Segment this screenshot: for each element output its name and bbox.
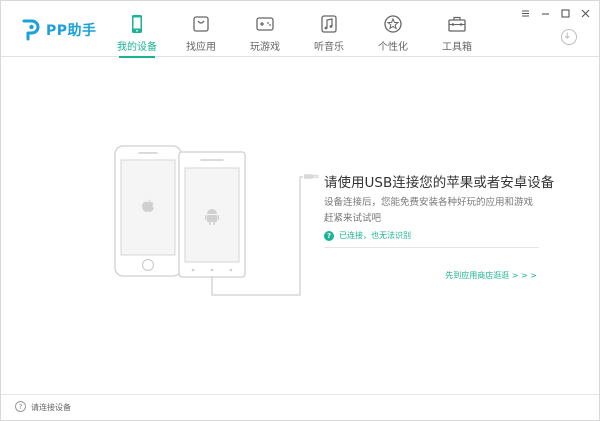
connect-usb-heading: 请使用USB连接您的苹果或者安卓设备	[324, 175, 555, 191]
device-illustration	[114, 145, 303, 296]
help-link-text: 已连接，也无法识别	[339, 231, 411, 240]
nav-find-app[interactable]: 找应用	[169, 1, 233, 57]
nav-personalize[interactable]: 个性化	[361, 1, 425, 57]
pp-logo-icon	[22, 19, 40, 41]
question-icon: ?	[324, 230, 334, 241]
app-title: PP助手	[46, 23, 97, 39]
android-phone-outline	[178, 151, 246, 278]
phone-icon	[132, 15, 142, 33]
nav-label: 我的设备	[117, 42, 157, 53]
toolbox-icon	[448, 16, 466, 32]
download-button[interactable]	[561, 29, 577, 45]
app-bag-icon	[193, 16, 209, 32]
question-circle-icon[interactable]: ?	[15, 401, 26, 412]
nav-label: 工具箱	[442, 42, 472, 53]
download-icon	[564, 32, 570, 39]
nav-label: 找应用	[186, 42, 216, 53]
window-controls	[520, 8, 591, 19]
gamepad-icon	[256, 17, 274, 31]
maximize-icon[interactable]	[560, 8, 571, 19]
nav-music[interactable]: 听音乐	[297, 1, 361, 57]
nav-toolbox[interactable]: 工具箱	[425, 1, 489, 57]
music-icon	[321, 15, 337, 33]
app-window: PP助手 我的设备 找应用 玩游戏 听音乐 个性化 工具箱 请使用USB连接您的…	[0, 0, 600, 421]
main-nav: 我的设备 找应用 玩游戏 听音乐 个性化 工具箱	[105, 1, 489, 58]
settings-icon[interactable]	[520, 8, 531, 19]
connect-description-2: 赶紧来试试吧	[324, 213, 382, 224]
star-icon	[384, 15, 402, 33]
usb-plug-icon	[303, 174, 319, 179]
nav-play-game[interactable]: 玩游戏	[233, 1, 297, 57]
minimize-icon[interactable]	[540, 8, 551, 19]
divider	[324, 247, 539, 248]
nav-my-device[interactable]: 我的设备	[105, 1, 169, 58]
connect-description: 设备连接后，您能免费安装各种好玩的应用和游戏	[324, 197, 534, 208]
app-store-link[interactable]: 先到应用商店逛逛 > > >	[445, 270, 537, 281]
top-bar: PP助手 我的设备 找应用 玩游戏 听音乐 个性化 工具箱	[1, 1, 599, 58]
status-bar: ? 请连接设备	[1, 394, 599, 420]
nav-label: 听音乐	[314, 42, 344, 53]
connection-help-link[interactable]: ? 已连接，也无法识别	[324, 230, 411, 241]
nav-label: 个性化	[378, 42, 408, 53]
app-logo: PP助手	[21, 19, 97, 41]
connection-status: 请连接设备	[31, 403, 71, 412]
nav-label: 玩游戏	[250, 42, 280, 53]
close-icon[interactable]	[580, 8, 591, 19]
